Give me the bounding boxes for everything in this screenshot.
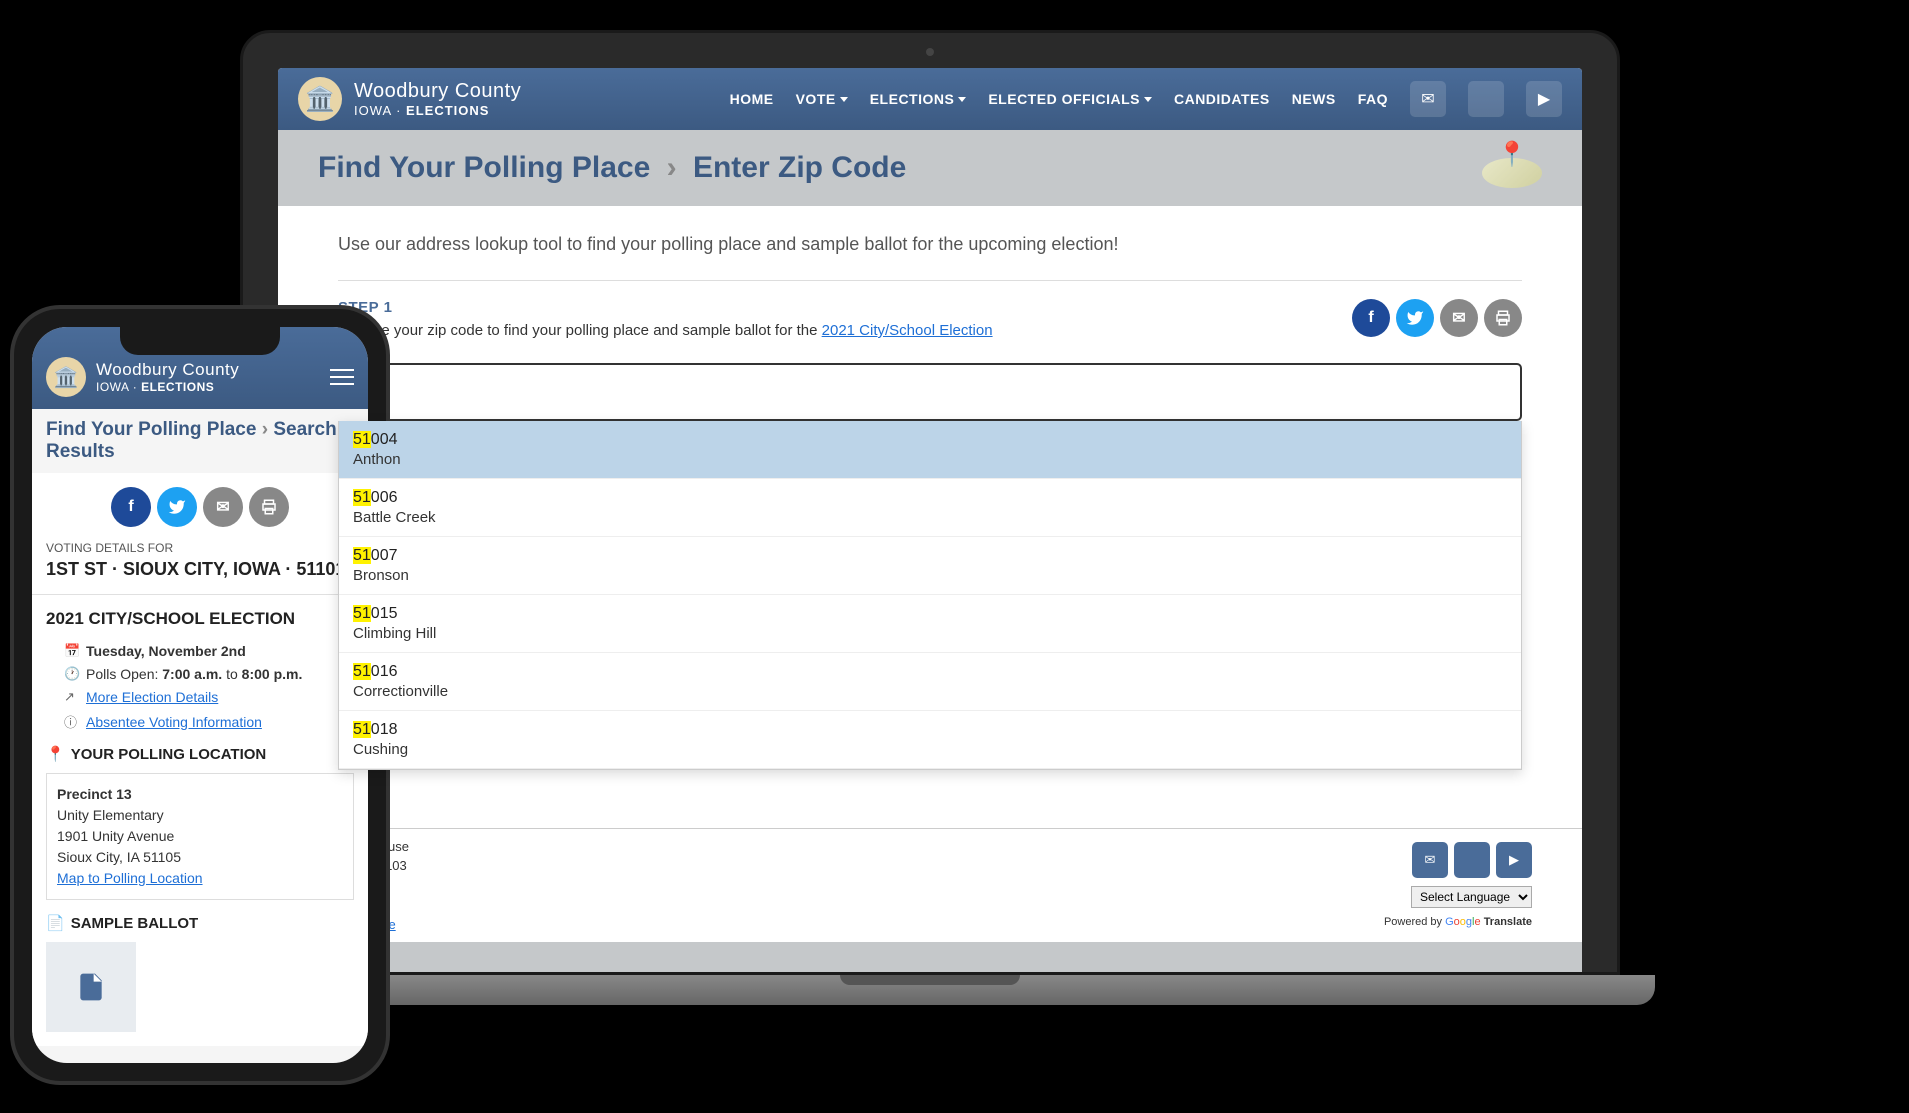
page-title: Find Your Polling Place › Enter Zip Code — [318, 151, 906, 185]
election-date-item: 📅 Tuesday, November 2nd — [64, 643, 354, 659]
nav-candidates[interactable]: CANDIDATES — [1174, 91, 1270, 107]
chevron-down-icon — [840, 97, 848, 102]
mobile-logo-text: Woodbury County IOWA · ELECTIONS — [96, 360, 330, 394]
twitter-share-button[interactable] — [1396, 299, 1434, 337]
divider — [338, 280, 1522, 281]
more-election-details-link[interactable]: More Election Details — [86, 689, 218, 705]
nav-vote[interactable]: VOTE — [796, 91, 848, 107]
zip-option[interactable]: 51007Bronson — [339, 537, 1521, 595]
precinct-city: Sioux City, IA 51105 — [57, 847, 343, 868]
phone-notch — [120, 327, 280, 355]
sample-ballot-heading: 📄 SAMPLE BALLOT — [46, 914, 354, 932]
footer-gray-bar — [278, 942, 1582, 972]
mobile-facebook-share-button[interactable]: f — [111, 487, 151, 527]
zip-option[interactable]: 51015Climbing Hill — [339, 595, 1521, 653]
primary-nav: HOME VOTE ELECTIONS ELECTED OFFICIALS CA… — [730, 81, 1562, 117]
print-button[interactable] — [1484, 299, 1522, 337]
precinct-venue: Unity Elementary — [57, 805, 343, 826]
nav-news[interactable]: NEWS — [1292, 91, 1336, 107]
step-description: Choose your zip code to find your pollin… — [338, 322, 993, 339]
election-details-section: 2021 CITY/SCHOOL ELECTION 📅 Tuesday, Nov… — [32, 595, 368, 1046]
chevron-down-icon — [1144, 97, 1152, 102]
mobile-print-button[interactable] — [249, 487, 289, 527]
more-details-item: ↗ More Election Details — [64, 689, 354, 705]
map-to-polling-link[interactable]: Map to Polling Location — [57, 870, 203, 886]
mobile-seal-icon: 🏛️ — [46, 357, 86, 397]
mobile-page-title: Find Your Polling Place › Search Results — [32, 409, 368, 473]
mobile-email-share-button[interactable]: ✉ — [203, 487, 243, 527]
phone-mockup: 🏛️ Woodbury County IOWA · ELECTIONS Find… — [10, 305, 390, 1085]
mobile-screen: 🏛️ Woodbury County IOWA · ELECTIONS Find… — [32, 327, 368, 1063]
desktop-screen: 🏛️ Woodbury County IOWA · ELECTIONS HOME… — [278, 68, 1582, 972]
camera-icon — [926, 48, 934, 56]
zip-code-input[interactable] — [338, 363, 1522, 421]
nav-faq[interactable]: FAQ — [1358, 91, 1388, 107]
translate-attribution: Powered by Google Translate — [1384, 916, 1532, 928]
site-logo-text: Woodbury County IOWA · ELECTIONS — [354, 80, 521, 118]
election-info-list: 📅 Tuesday, November 2nd 🕐 Polls Open: 7:… — [46, 643, 354, 731]
footer-mail-button[interactable]: ✉ — [1412, 842, 1448, 878]
brand-title: Woodbury County — [354, 80, 521, 103]
site-seal-icon: 🏛️ — [298, 77, 342, 121]
intro-text: Use our address lookup tool to find your… — [338, 234, 1522, 255]
site-header: 🏛️ Woodbury County IOWA · ELECTIONS HOME… — [278, 68, 1582, 130]
laptop-mockup: 🏛️ Woodbury County IOWA · ELECTIONS HOME… — [240, 30, 1620, 1030]
footer-play-button[interactable]: ▶ — [1496, 842, 1532, 878]
mail-button[interactable]: ✉ — [1410, 81, 1446, 117]
laptop-base — [205, 975, 1655, 1005]
polls-hours-item: 🕐 Polls Open: 7:00 a.m. to 8:00 p.m. — [64, 666, 354, 682]
zip-option[interactable]: 51016Correctionville — [339, 653, 1521, 711]
step-label: STEP 1 — [338, 299, 993, 316]
precinct-street: 1901 Unity Avenue — [57, 826, 343, 847]
language-select[interactable]: Select Language — [1411, 886, 1532, 908]
site-footer: ty Courthouse t. - Room 103 1101 nty Web… — [278, 828, 1582, 973]
share-toolbar: f ✉ — [1352, 299, 1522, 337]
nav-elections[interactable]: ELECTIONS — [870, 91, 967, 107]
clock-icon: 🕐 — [64, 666, 78, 682]
brand-subtitle: IOWA · ELECTIONS — [354, 103, 521, 118]
facebook-share-button[interactable]: f — [1352, 299, 1390, 337]
play-button[interactable]: ▶ — [1526, 81, 1562, 117]
zip-option[interactable]: 51004Anthon — [339, 421, 1521, 479]
footer-icon-buttons: ✉ ▶ — [1412, 842, 1532, 878]
absentee-voting-link[interactable]: Absentee Voting Information — [86, 714, 262, 730]
voting-address: 1ST ST · SIOUX CITY, IOWA · 51101 — [32, 555, 368, 595]
polling-location-card: Precinct 13 Unity Elementary 1901 Unity … — [46, 773, 354, 900]
absentee-item: ⓘ Absentee Voting Information — [64, 712, 354, 731]
election-link[interactable]: 2021 City/School Election — [822, 322, 993, 339]
calendar-icon: 📅 — [64, 643, 78, 659]
nav-elected-officials[interactable]: ELECTED OFFICIALS — [988, 91, 1152, 107]
info-icon: ⓘ — [64, 712, 78, 731]
external-link-icon: ↗ — [64, 689, 78, 705]
apple-button[interactable] — [1468, 81, 1504, 117]
nav-home[interactable]: HOME — [730, 91, 774, 107]
main-content: Use our address lookup tool to find your… — [278, 206, 1582, 798]
chevron-down-icon — [958, 97, 966, 102]
step-row: STEP 1 Choose your zip code to find your… — [338, 299, 1522, 339]
precinct-label: Precinct 13 — [57, 784, 343, 805]
election-title: 2021 CITY/SCHOOL ELECTION — [46, 609, 354, 629]
step-info: STEP 1 Choose your zip code to find your… — [338, 299, 993, 339]
zip-option[interactable]: 51018Cushing — [339, 711, 1521, 769]
mobile-twitter-share-button[interactable] — [157, 487, 197, 527]
sample-ballot-pdf-thumbnail[interactable] — [46, 942, 136, 1032]
voting-details-label: VOTING DETAILS FOR — [32, 541, 368, 555]
chevron-right-icon: › — [262, 419, 268, 440]
polling-location-heading: 📍 YOUR POLLING LOCATION — [46, 745, 354, 763]
page-title-bar: Find Your Polling Place › Enter Zip Code… — [278, 130, 1582, 206]
zip-autocomplete-dropdown: 51004Anthon51006Battle Creek51007Bronson… — [338, 421, 1522, 770]
mobile-share-toolbar: f ✉ — [32, 473, 368, 541]
footer-apple-button[interactable] — [1454, 842, 1490, 878]
zip-option[interactable]: 51006Battle Creek — [339, 479, 1521, 537]
laptop-body: 🏛️ Woodbury County IOWA · ELECTIONS HOME… — [240, 30, 1620, 975]
location-pin-icon: 📍 — [46, 745, 65, 763]
chevron-right-icon: › — [667, 151, 677, 184]
email-share-button[interactable]: ✉ — [1440, 299, 1478, 337]
map-pin-icon: 📍 — [1482, 148, 1542, 188]
document-icon: 📄 — [46, 914, 65, 932]
hamburger-menu-button[interactable] — [330, 369, 354, 385]
